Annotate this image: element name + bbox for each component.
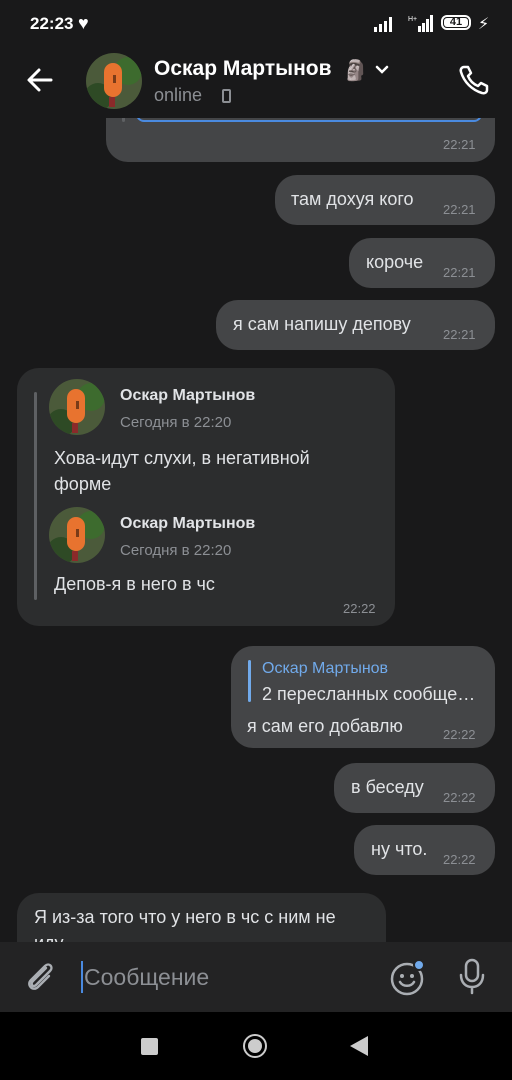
message-bubble[interactable]: ну что. 22:22 (354, 825, 495, 875)
message-composer: Сообщение (0, 942, 512, 1012)
message-bubble[interactable]: 22:21 (106, 118, 495, 162)
quote-line (122, 118, 125, 122)
message-bubble[interactable]: я сам напишу депову 22:21 (216, 300, 495, 350)
heart-icon: ♥ (78, 13, 89, 33)
avatar[interactable] (49, 507, 105, 563)
forwarded-text: Хова-идут слухи, в негативной (54, 448, 310, 468)
message-text: там дохуя кого (291, 189, 414, 209)
link-preview[interactable] (136, 118, 482, 122)
chat-header: Оскар Мартынов 🗿 online (0, 50, 512, 118)
forwarded-date: Сегодня в 22:20 (120, 542, 232, 559)
avatar[interactable] (86, 53, 142, 109)
paperclip-icon[interactable] (22, 958, 58, 994)
svg-text:H+: H+ (408, 16, 417, 23)
message-time: 22:21 (443, 327, 476, 342)
reply-line (248, 660, 251, 702)
system-nav-bar (0, 1012, 512, 1080)
status-time: 22:23 (30, 14, 74, 33)
message-time: 22:21 (443, 202, 476, 217)
status-bar: 22:23 ♥ H+ 41 ⚡ (0, 0, 512, 50)
text-cursor (81, 961, 83, 993)
chevron-down-icon[interactable] (374, 64, 390, 76)
contact-name[interactable]: Оскар Мартынов (154, 57, 332, 81)
message-text: я сам напишу депову (233, 314, 411, 334)
message-text: Я из-за того что у него в чс с ним не (34, 907, 336, 927)
contact-status: online (154, 85, 203, 105)
message-text: ну что. (371, 839, 428, 859)
nav-back-icon[interactable] (350, 1036, 368, 1056)
mobile-icon (222, 89, 231, 103)
moai-emoji: 🗿 (343, 60, 368, 82)
message-bubble[interactable]: короче 22:21 (349, 238, 495, 288)
home-icon[interactable] (243, 1034, 267, 1058)
message-time: 22:22 (443, 852, 476, 867)
message-time: 22:22 (443, 727, 476, 742)
recent-apps-icon[interactable] (141, 1038, 158, 1055)
emoji-icon[interactable] (388, 958, 426, 996)
forwarded-text: форме (54, 474, 112, 494)
message-time: 22:22 (443, 790, 476, 805)
message-text: я сам его добавлю (247, 716, 403, 736)
message-time: 22:21 (443, 265, 476, 280)
microphone-icon[interactable] (456, 957, 488, 995)
reply-message-bubble[interactable]: Оскар Мартынов 2 пересланных сообще… я с… (231, 646, 495, 748)
forward-line (34, 392, 37, 600)
message-text: в беседу (351, 777, 424, 797)
message-input[interactable]: Сообщение (84, 964, 209, 991)
message-time: 22:22 (343, 601, 376, 616)
message-time: 22:21 (443, 137, 476, 152)
charging-icon: ⚡ (478, 16, 490, 33)
message-bubble[interactable]: Я из-за того что у него в чс с ним не ид… (17, 893, 386, 942)
message-bubble[interactable]: в беседу 22:22 (334, 763, 495, 813)
signal-icon-2: H+ (408, 15, 433, 32)
message-bubble[interactable]: там дохуя кого 22:21 (275, 175, 495, 225)
signal-icon (374, 17, 392, 32)
message-list[interactable]: 22:21 там дохуя кого 22:21 короче 22:21 … (0, 118, 512, 942)
back-arrow-icon[interactable] (24, 64, 56, 96)
reply-author[interactable]: Оскар Мартынов (262, 660, 388, 678)
message-text: короче (366, 252, 424, 272)
forwarded-author[interactable]: Оскар Мартынов (120, 387, 255, 405)
phone-call-icon[interactable] (456, 62, 492, 98)
battery-level: 41 (449, 16, 463, 28)
forwarded-date: Сегодня в 22:20 (120, 414, 232, 431)
reply-preview[interactable]: 2 пересланных сообще… (262, 684, 475, 705)
avatar[interactable] (49, 379, 105, 435)
forwarded-text: Депов-я в него в чс (54, 574, 215, 594)
forwarded-author[interactable]: Оскар Мартынов (120, 515, 255, 533)
battery-icon: 41 (441, 15, 471, 30)
forwarded-message-bubble[interactable]: Оскар Мартынов Сегодня в 22:20 Хова-идут… (17, 368, 395, 626)
message-text: иду (34, 933, 64, 942)
